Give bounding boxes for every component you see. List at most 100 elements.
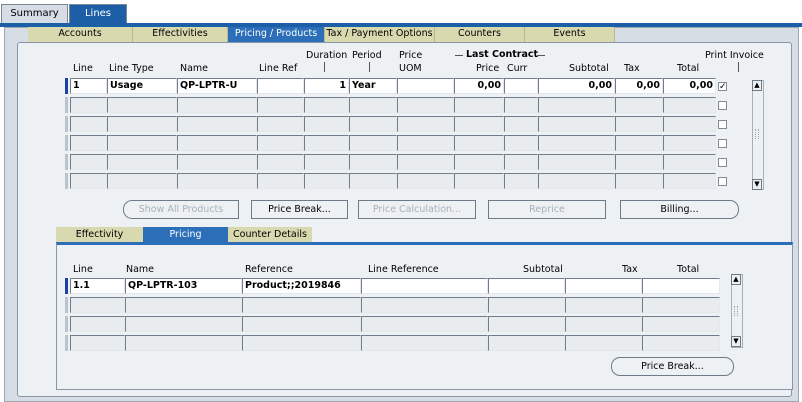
empty-cell[interactable] (349, 154, 397, 170)
empty-cell[interactable] (177, 116, 257, 132)
empty-cell[interactable] (504, 173, 538, 189)
scroll-up-button[interactable]: ▲ (752, 80, 762, 91)
detail-scroll-up-button[interactable]: ▲ (731, 274, 741, 285)
empty-cell[interactable] (70, 97, 107, 113)
detail-empty-cell[interactable] (70, 297, 125, 313)
detail-empty-cell[interactable] (565, 297, 642, 313)
empty-cell[interactable] (70, 135, 107, 151)
empty-cell[interactable] (107, 97, 177, 113)
cell-tax[interactable]: 0,00 (615, 78, 663, 94)
empty-cell[interactable] (615, 97, 663, 113)
tab-pricing-products[interactable]: Pricing / Products (228, 27, 325, 42)
detail-empty-cell[interactable] (242, 316, 361, 332)
detail-empty-cell[interactable] (565, 316, 642, 332)
cell-subtotal[interactable]: 0,00 (538, 78, 615, 94)
detail-empty-cell[interactable] (488, 335, 565, 351)
empty-cell[interactable] (538, 116, 615, 132)
empty-cell[interactable] (70, 173, 107, 189)
detail-cell-name[interactable]: QP-LPTR-103 (125, 278, 242, 294)
detail-empty-cell[interactable] (70, 316, 125, 332)
empty-cell[interactable] (349, 116, 397, 132)
empty-cell[interactable] (177, 154, 257, 170)
print-invoice-checkbox[interactable] (718, 139, 727, 148)
detail-empty-cell[interactable] (488, 316, 565, 332)
print-invoice-checkbox[interactable] (718, 101, 727, 110)
empty-cell[interactable] (538, 135, 615, 151)
tab-counter-details[interactable]: Counter Details (228, 227, 312, 243)
detail-cell-line-reference[interactable] (361, 278, 488, 294)
detail-cell-line[interactable]: 1.1 (70, 278, 125, 294)
detail-empty-cell[interactable] (242, 335, 361, 351)
empty-cell[interactable] (304, 116, 349, 132)
empty-cell[interactable] (454, 116, 504, 132)
empty-cell[interactable] (504, 135, 538, 151)
detail-cell-reference[interactable]: Product;;2019846 (242, 278, 361, 294)
empty-cell[interactable] (349, 173, 397, 189)
empty-cell[interactable] (70, 154, 107, 170)
detail-cell-total[interactable] (642, 278, 720, 294)
print-invoice-checkbox[interactable]: ✓ (718, 82, 727, 92)
empty-cell[interactable] (538, 154, 615, 170)
empty-cell[interactable] (663, 154, 716, 170)
detail-empty-cell[interactable] (70, 335, 125, 351)
empty-cell[interactable] (397, 135, 454, 151)
cell-line[interactable]: 1 (70, 78, 107, 94)
empty-cell[interactable] (257, 135, 304, 151)
detail-empty-cell[interactable] (642, 335, 720, 351)
empty-cell[interactable] (504, 97, 538, 113)
print-invoice-checkbox[interactable] (718, 177, 727, 186)
empty-cell[interactable] (663, 116, 716, 132)
cell-name[interactable]: QP-LPTR-U (177, 78, 257, 94)
cell-total[interactable]: 0,00 (663, 78, 716, 94)
detail-empty-cell[interactable] (361, 297, 488, 313)
print-invoice-checkbox[interactable] (718, 120, 727, 129)
tab-effectivities[interactable]: Effectivities (133, 27, 228, 42)
empty-cell[interactable] (663, 97, 716, 113)
detail-empty-cell[interactable] (242, 297, 361, 313)
empty-cell[interactable] (107, 135, 177, 151)
tab-tax-payment-options[interactable]: Tax / Payment Options (325, 27, 435, 42)
detail-empty-cell[interactable] (642, 316, 720, 332)
detail-empty-cell[interactable] (361, 335, 488, 351)
detail-empty-cell[interactable] (125, 316, 242, 332)
detail-price-break-button[interactable]: Price Break... (611, 357, 734, 376)
scroll-down-button[interactable]: ▼ (752, 179, 762, 190)
empty-cell[interactable] (177, 173, 257, 189)
tab-counters[interactable]: Counters (435, 27, 525, 42)
empty-cell[interactable] (70, 116, 107, 132)
cell-price[interactable]: 0,00 (454, 78, 504, 94)
empty-cell[interactable] (349, 135, 397, 151)
empty-cell[interactable] (107, 173, 177, 189)
empty-cell[interactable] (504, 116, 538, 132)
tab-summary[interactable]: Summary (1, 4, 68, 24)
tab-pricing[interactable]: Pricing (143, 227, 228, 243)
empty-cell[interactable] (257, 97, 304, 113)
scroll-thumb[interactable] (755, 129, 759, 139)
empty-cell[interactable] (615, 116, 663, 132)
empty-cell[interactable] (177, 135, 257, 151)
empty-cell[interactable] (107, 116, 177, 132)
detail-cell-tax[interactable] (565, 278, 642, 294)
price-break-button[interactable]: Price Break... (251, 200, 348, 219)
empty-cell[interactable] (304, 173, 349, 189)
empty-cell[interactable] (454, 135, 504, 151)
empty-cell[interactable] (397, 154, 454, 170)
detail-empty-cell[interactable] (125, 335, 242, 351)
empty-cell[interactable] (257, 173, 304, 189)
cell-line-ref[interactable] (257, 78, 304, 94)
show-all-products-button[interactable]: Show All Products (123, 200, 239, 219)
empty-cell[interactable] (663, 135, 716, 151)
detail-empty-cell[interactable] (642, 297, 720, 313)
empty-cell[interactable] (257, 154, 304, 170)
cell-price-uom[interactable] (397, 78, 454, 94)
detail-scroll-thumb[interactable] (734, 306, 738, 316)
empty-cell[interactable] (397, 116, 454, 132)
tab-effectivity[interactable]: Effectivity (56, 227, 143, 243)
empty-cell[interactable] (257, 116, 304, 132)
detail-empty-cell[interactable] (488, 297, 565, 313)
empty-cell[interactable] (349, 97, 397, 113)
empty-cell[interactable] (397, 97, 454, 113)
billing-button[interactable]: Billing... (620, 200, 739, 219)
tab-lines[interactable]: Lines (69, 4, 127, 24)
cell-curr[interactable] (504, 78, 538, 94)
